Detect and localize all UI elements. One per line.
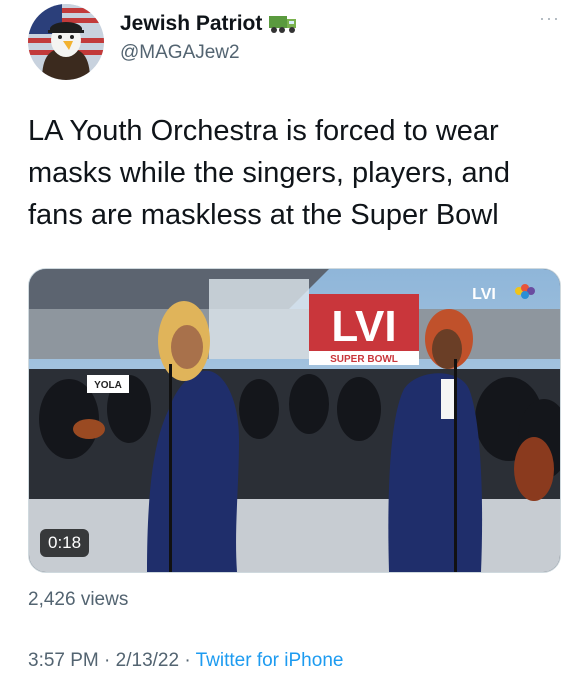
more-options-icon[interactable]: ···	[539, 8, 560, 29]
meta-separator: ·	[98, 650, 116, 671]
bald-eagle-flag-icon	[28, 4, 104, 80]
author-handle[interactable]: @MAGAJew2	[120, 42, 240, 64]
video-player[interactable]: LVI SUPER BOWL YOLA LVI	[28, 268, 561, 573]
author-name-row[interactable]: Jewish Patriot	[120, 12, 298, 36]
meta-separator: ·	[179, 650, 196, 671]
tweet-source[interactable]: Twitter for iPhone	[196, 650, 344, 671]
music-stand-text: YOLA	[94, 380, 122, 391]
truck-icon	[269, 16, 297, 33]
tweet-time[interactable]: 3:57 PM	[28, 650, 99, 671]
stage-sign: SUPER BOWL	[330, 354, 398, 365]
display-name[interactable]: Jewish Patriot	[120, 12, 262, 36]
video-thumbnail: LVI SUPER BOWL YOLA LVI	[29, 269, 560, 572]
overlay-logo: LVI	[472, 286, 496, 303]
tweet: Jewish Patriot @MAGAJew2 ··· LA Youth Or…	[0, 0, 588, 680]
tweet-date[interactable]: 2/13/22	[116, 650, 179, 671]
stage-letters: LVI	[331, 302, 396, 351]
avatar[interactable]	[28, 4, 104, 80]
video-duration: 0:18	[40, 529, 90, 557]
tweet-meta: 3:57 PM · 2/13/22 · Twitter for iPhone	[28, 650, 343, 672]
tweet-text: LA Youth Orchestra is forced to wear mas…	[28, 115, 510, 231]
view-count: 2,426 views	[28, 589, 129, 610]
